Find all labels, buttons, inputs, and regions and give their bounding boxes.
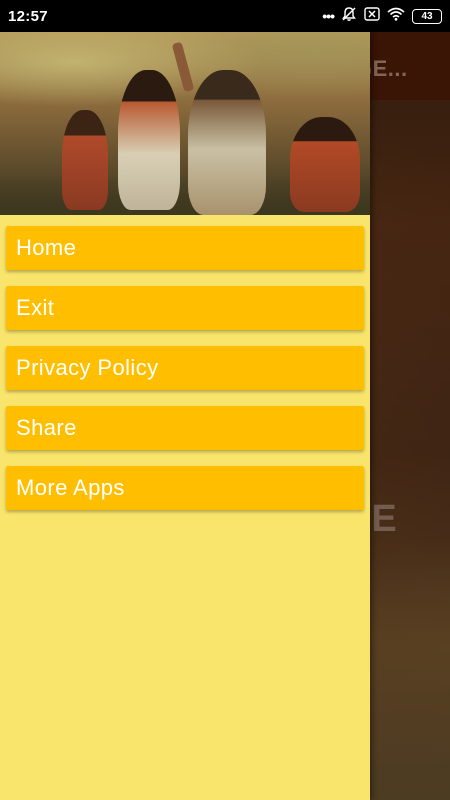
menu-item-share[interactable]: Share [6, 406, 364, 450]
menu-item-label: Home [16, 235, 77, 260]
menu-item-more-apps[interactable]: More Apps [6, 466, 364, 510]
status-time: 12:57 [8, 7, 48, 25]
more-notifications-icon: ••• [322, 8, 335, 24]
menu-item-privacy-policy[interactable]: Privacy Policy [6, 346, 364, 390]
drawer-header-image [0, 32, 370, 215]
menu-item-label: Exit [16, 295, 55, 320]
menu-item-label: Share [16, 415, 77, 440]
navigation-drawer: Home Exit Privacy Policy Share More Apps [0, 32, 370, 800]
menu-item-label: More Apps [16, 475, 125, 500]
menu-item-exit[interactable]: Exit [6, 286, 364, 330]
figure-man-center [118, 70, 180, 210]
drawer-menu: Home Exit Privacy Policy Share More Apps [0, 215, 370, 510]
status-icons: ••• 43 [322, 6, 442, 27]
figure-child-left [62, 110, 108, 210]
silent-bell-icon [341, 6, 357, 27]
status-bar: 12:57 ••• 43 [0, 0, 450, 32]
no-sim-icon [364, 6, 380, 26]
figure-child-right [290, 117, 360, 212]
menu-item-label: Privacy Policy [16, 355, 159, 380]
battery-icon: 43 [412, 8, 442, 24]
figure-elder-storyteller [188, 70, 266, 215]
wifi-icon [387, 7, 405, 26]
menu-item-home[interactable]: Home [6, 226, 364, 270]
